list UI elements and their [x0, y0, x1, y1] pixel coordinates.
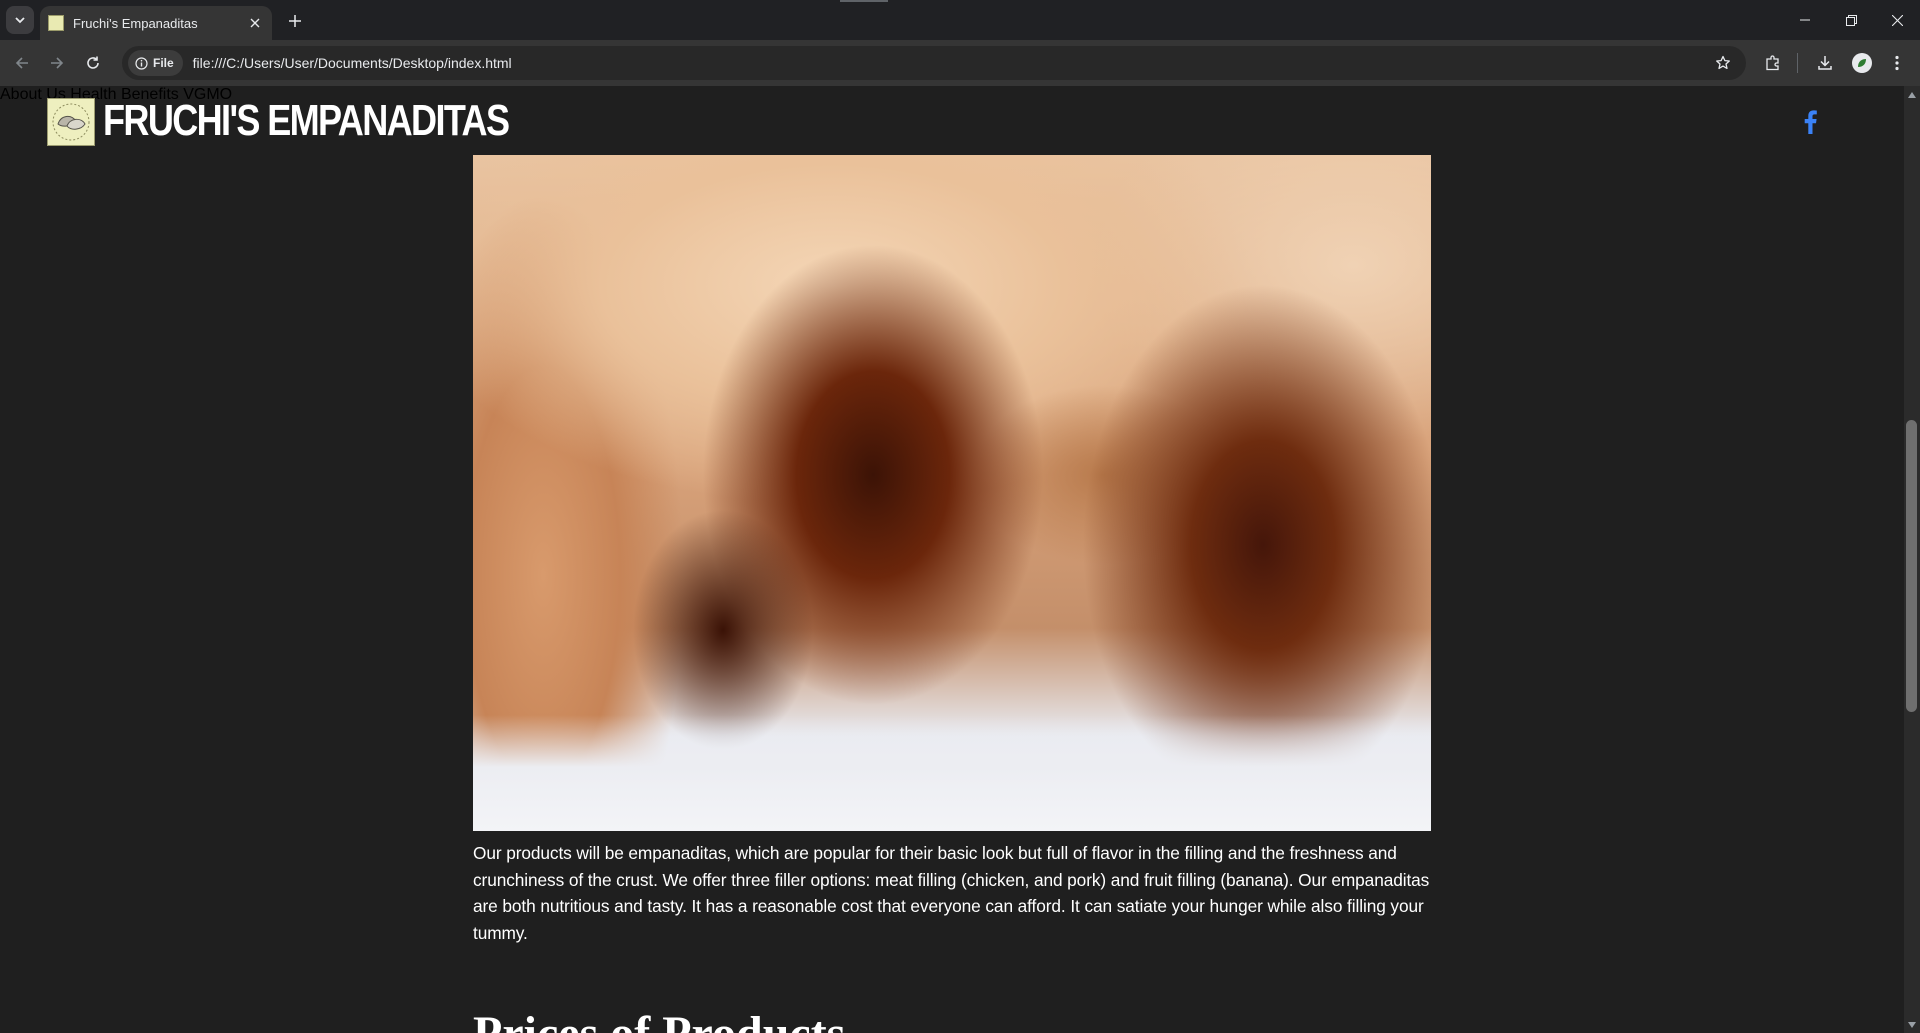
close-icon [250, 18, 260, 28]
restore-icon [1845, 14, 1857, 26]
photo-plate [473, 715, 1431, 831]
arrow-left-icon [15, 57, 28, 69]
new-tab-button[interactable] [282, 8, 308, 34]
triangle-down-icon [1907, 1022, 1916, 1028]
url-text[interactable]: file:///C:/Users/User/Documents/Desktop/… [193, 55, 1708, 71]
reload-icon [87, 56, 99, 69]
forward-button[interactable] [43, 49, 71, 77]
leaf-icon [1858, 59, 1866, 67]
site-favicon-icon [48, 15, 64, 31]
site-header: FRUCHI'S EMPANADITAS About Us Health Ben… [0, 86, 1904, 154]
puzzle-icon [1766, 55, 1779, 71]
close-icon [1891, 14, 1903, 26]
scroll-up-button[interactable] [1906, 89, 1917, 101]
site-info-label: File [153, 56, 174, 70]
site-brand-title[interactable]: FRUCHI'S EMPANADITAS [103, 96, 510, 146]
minimize-button[interactable] [1782, 0, 1828, 40]
bookmark-button[interactable] [1708, 55, 1738, 71]
arrow-right-icon [51, 57, 64, 69]
star-icon [1716, 55, 1730, 70]
tab-title: Fruchi's Empanaditas [73, 15, 198, 31]
more-vertical-icon [1895, 55, 1899, 71]
info-icon [135, 56, 148, 70]
scroll-down-button[interactable] [1906, 1019, 1917, 1031]
browser-menu-button[interactable] [1883, 49, 1911, 77]
empanada-logo-icon [52, 103, 90, 141]
downloads-button[interactable] [1811, 49, 1839, 77]
product-description: Our products will be empanaditas, which … [473, 843, 1430, 943]
prices-heading: Prices of Products [473, 1006, 845, 1033]
site-logo[interactable] [47, 98, 95, 146]
address-bar[interactable]: File file:///C:/Users/User/Documents/Des… [122, 46, 1746, 80]
empanada-photo [473, 155, 1431, 831]
minimize-icon [1800, 19, 1810, 21]
profile-button[interactable] [1848, 49, 1876, 77]
window-controls [1782, 0, 1920, 40]
tab-search-button[interactable] [6, 6, 34, 34]
browser-tab[interactable]: Fruchi's Empanaditas [40, 6, 272, 40]
page-viewport: FRUCHI'S EMPANADITAS About Us Health Ben… [0, 86, 1904, 1033]
tab-close-button[interactable] [246, 14, 264, 32]
restore-button[interactable] [1828, 0, 1874, 40]
browser-tab-bar: Fruchi's Empanaditas [0, 0, 1920, 40]
avatar [1852, 53, 1872, 73]
extensions-button[interactable] [1759, 49, 1787, 77]
download-icon [1818, 56, 1832, 70]
window-drag-indicator [840, 0, 888, 2]
toolbar-separator [1797, 53, 1798, 73]
chevron-down-icon [15, 17, 25, 24]
site-info-chip[interactable]: File [128, 50, 183, 76]
plus-icon [289, 15, 301, 27]
close-window-button[interactable] [1874, 0, 1920, 40]
browser-toolbar: File file:///C:/Users/User/Documents/Des… [0, 40, 1920, 86]
facebook-icon[interactable] [1802, 110, 1818, 134]
scrollbar-thumb[interactable] [1906, 420, 1917, 712]
reload-button[interactable] [79, 49, 107, 77]
triangle-up-icon [1907, 92, 1916, 98]
back-button[interactable] [8, 49, 36, 77]
